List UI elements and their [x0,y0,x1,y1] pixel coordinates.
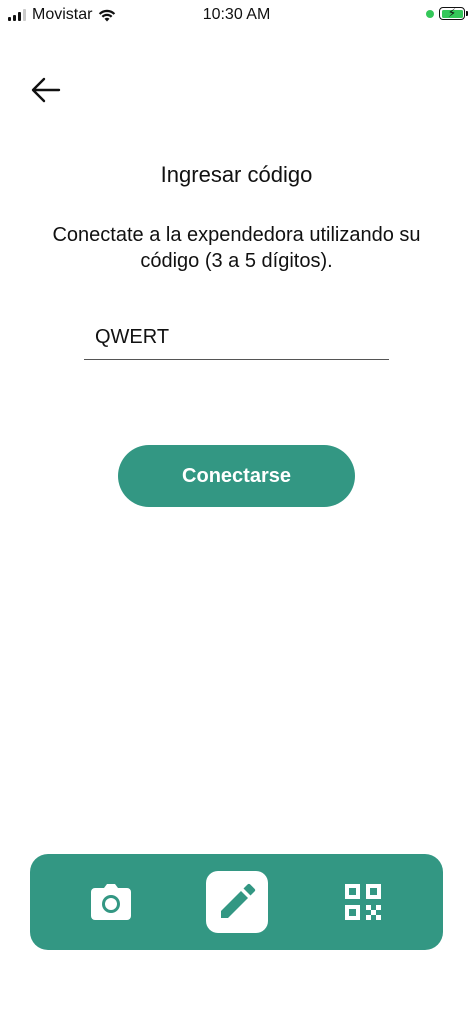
status-time: 10:30 AM [202,6,271,23]
instructions-text: Conectate a la expendedora utilizando su… [52,224,421,272]
code-input[interactable] [84,322,389,359]
pencil-icon [221,883,256,918]
connect-button[interactable]: Conectarse [118,445,355,507]
qr-code-icon [345,884,381,920]
camera-icon [91,884,131,920]
battery-icon: ⚡ [439,6,468,20]
status-right: ⚡ [426,6,468,20]
manual-code-nav-button[interactable] [206,871,268,933]
code-field [84,322,389,360]
bottom-nav [30,854,443,950]
back-button[interactable] [28,72,64,108]
qr-nav-button[interactable] [332,871,394,933]
charging-bolt-icon: ⚡ [447,6,457,20]
arrow-left-icon [31,77,61,103]
privacy-indicator-icon [426,9,434,18]
screen: Movistar 10:30 AM ⚡ Ingresar código Cone… [0,0,473,1024]
status-bar: Movistar 10:30 AM ⚡ [0,0,473,34]
camera-nav-button[interactable] [80,871,142,933]
page-title: Ingresar código [160,162,313,187]
